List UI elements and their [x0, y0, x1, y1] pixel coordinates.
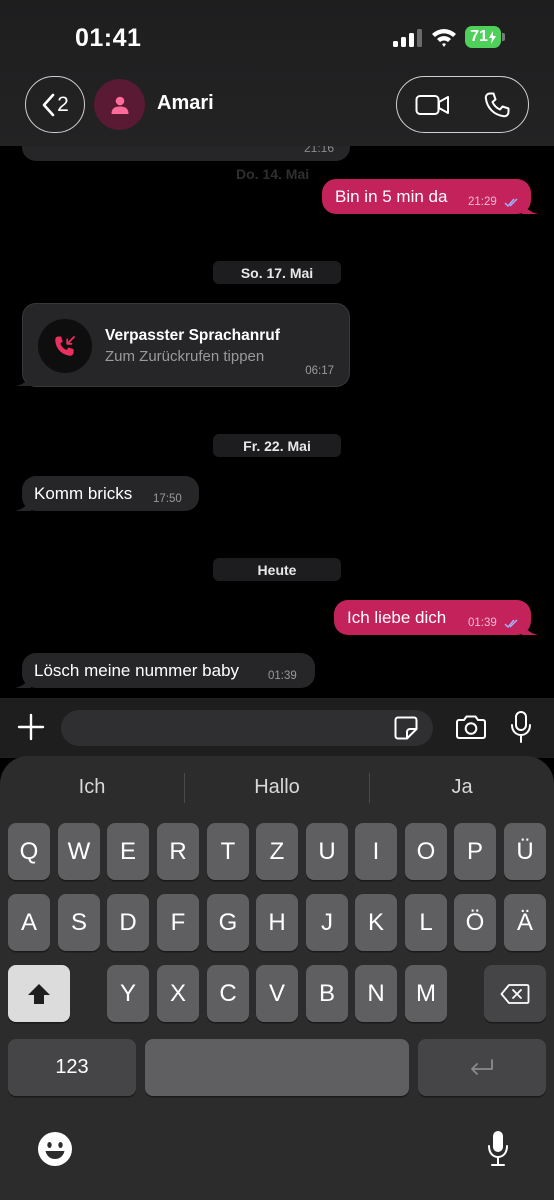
avatar[interactable]: [94, 79, 145, 130]
sticker-button[interactable]: [393, 715, 419, 741]
missed-call-icon: [38, 319, 92, 373]
person-icon: [111, 96, 128, 114]
contact-name[interactable]: Amari: [157, 92, 214, 115]
voice-call-button[interactable]: [483, 91, 511, 119]
message-bubble-incoming[interactable]: 21:16: [22, 146, 350, 161]
date-separator: Do. 14. Mai: [236, 166, 310, 182]
key-h[interactable]: H: [256, 894, 298, 951]
chevron-left-icon: [42, 93, 55, 116]
message-input[interactable]: [61, 710, 433, 746]
battery-indicator: 71: [465, 26, 505, 48]
bubble-tail: [522, 621, 538, 635]
shift-icon: [28, 983, 50, 1004]
back-button[interactable]: 2: [25, 76, 85, 133]
key-j[interactable]: J: [306, 894, 348, 951]
message-text: Lösch meine nummer baby: [34, 660, 240, 680]
key-e[interactable]: E: [107, 823, 149, 880]
charging-bolt-icon: [488, 30, 496, 44]
key-z[interactable]: Z: [256, 823, 298, 880]
key-g[interactable]: G: [207, 894, 249, 951]
read-ticks-icon: [504, 198, 518, 208]
message-time: 06:17: [305, 365, 334, 377]
key-x[interactable]: X: [157, 965, 199, 1022]
wifi-icon: [432, 29, 456, 47]
key-f[interactable]: F: [157, 894, 199, 951]
suggestion-divider: [184, 773, 185, 803]
date-separator: Heute: [213, 558, 341, 581]
return-key[interactable]: [418, 1039, 546, 1096]
numbers-key[interactable]: 123: [8, 1039, 136, 1096]
key-oe[interactable]: Ö: [454, 894, 496, 951]
video-call-button[interactable]: [415, 91, 451, 119]
message-text: Ich liebe dich: [347, 607, 447, 627]
message-text: Bin in 5 min da: [335, 186, 448, 206]
signal-icon: [393, 29, 422, 47]
key-s[interactable]: S: [58, 894, 100, 951]
message-time: 01:39: [468, 617, 497, 629]
key-y[interactable]: Y: [107, 965, 149, 1022]
message-bubble-outgoing[interactable]: Ich liebe dich 01:39: [334, 600, 538, 635]
key-q[interactable]: Q: [8, 823, 50, 880]
key-v[interactable]: V: [256, 965, 298, 1022]
date-separator: Fr. 22. Mai: [213, 434, 341, 457]
key-m[interactable]: M: [405, 965, 447, 1022]
status-time: 01:41: [75, 24, 142, 52]
suggestion-divider: [369, 773, 370, 803]
key-u[interactable]: U: [306, 823, 348, 880]
backspace-icon: [500, 983, 530, 1004]
battery-level: 71: [470, 28, 488, 45]
dictation-mic-icon[interactable]: [486, 1130, 510, 1168]
bubble-tail: [522, 200, 538, 214]
message-time: 01:39: [268, 670, 297, 682]
return-icon: [471, 1058, 493, 1075]
call-actions: [396, 76, 529, 133]
key-o[interactable]: O: [405, 823, 447, 880]
bubble-tail: [16, 372, 32, 386]
voice-message-button[interactable]: [509, 710, 533, 744]
emoji-button[interactable]: [37, 1131, 73, 1167]
suggestion-1[interactable]: Ich: [12, 776, 172, 800]
shift-key[interactable]: [8, 965, 70, 1022]
missed-call-subtitle: Zum Zurückrufen tippen: [105, 348, 265, 365]
key-n[interactable]: N: [355, 965, 397, 1022]
key-ae[interactable]: Ä: [504, 894, 546, 951]
suggestion-2[interactable]: Hallo: [197, 776, 357, 800]
key-d[interactable]: D: [107, 894, 149, 951]
bubble-tail: [15, 497, 31, 511]
message-time: 21:16: [303, 146, 334, 155]
camera-button[interactable]: [455, 713, 487, 741]
read-ticks-icon: [504, 619, 518, 629]
key-c[interactable]: C: [207, 965, 249, 1022]
message-bubble-incoming[interactable]: Lösch meine nummer baby 01:39: [15, 653, 315, 688]
key-ue[interactable]: Ü: [504, 823, 546, 880]
space-key[interactable]: [145, 1039, 409, 1096]
message-text: Komm bricks: [34, 483, 133, 503]
key-i[interactable]: I: [355, 823, 397, 880]
key-p[interactable]: P: [454, 823, 496, 880]
message-time: 17:50: [153, 493, 182, 505]
unread-count: 2: [57, 92, 69, 116]
top-bar: 01:41 71 2 Amari: [0, 0, 554, 146]
message-bubble-incoming[interactable]: Komm bricks 17:50: [15, 476, 199, 511]
key-k[interactable]: K: [355, 894, 397, 951]
key-w[interactable]: W: [58, 823, 100, 880]
suggestion-3[interactable]: Ja: [382, 776, 542, 800]
bubble-tail: [15, 674, 31, 688]
date-separator: So. 17. Mai: [213, 261, 341, 284]
key-r[interactable]: R: [157, 823, 199, 880]
backspace-key[interactable]: [484, 965, 546, 1022]
missed-call-card[interactable]: Verpasster Sprachanruf Zum Zurückrufen t…: [16, 303, 350, 387]
chat-area[interactable]: 21:16 Do. 14. Mai Bin in 5 min da 21:29 …: [0, 146, 554, 698]
message-time: 21:29: [468, 196, 497, 208]
missed-call-title: Verpasster Sprachanruf: [105, 327, 280, 344]
message-composer: [0, 698, 554, 758]
key-b[interactable]: B: [306, 965, 348, 1022]
key-a[interactable]: A: [8, 894, 50, 951]
key-l[interactable]: L: [405, 894, 447, 951]
key-t[interactable]: T: [207, 823, 249, 880]
message-bubble-outgoing[interactable]: Bin in 5 min da 21:29: [322, 179, 538, 214]
attach-plus-button[interactable]: [16, 712, 46, 742]
keyboard: Ich Hallo Ja Q W E R T Z U I O P Ü A S D…: [0, 756, 554, 1200]
